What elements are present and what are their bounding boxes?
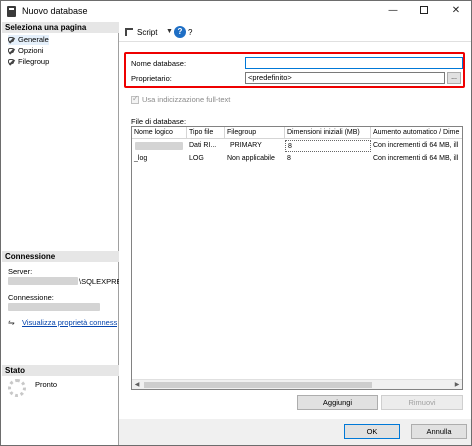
table-row[interactable]: _log LOG Non applicabile 8 Con increment… <box>132 153 462 165</box>
column-header-autogrowth[interactable]: Aumento automatico / Dime <box>371 127 462 139</box>
fulltext-label: Usa indicizzazione full-text <box>142 95 231 104</box>
script-dropdown-arrow-icon[interactable]: ▼ <box>166 28 173 35</box>
db-name-label: Nome database: <box>131 59 187 68</box>
select-page-header: Seleziona una pagina <box>2 22 119 33</box>
page-label: Filegroup <box>18 57 50 66</box>
view-connection-properties-link[interactable]: Visualizza proprietà connessione <box>22 318 117 327</box>
maximize-button[interactable] <box>409 1 439 22</box>
toolbar: Script ▼ ? ? <box>119 22 471 42</box>
connection-header: Connessione <box>2 251 119 262</box>
column-header-file-type[interactable]: Tipo file <box>187 127 225 139</box>
help-button[interactable]: ? <box>188 28 192 37</box>
cell-autogrowth[interactable]: Con incrementi di 64 MB, ill <box>371 153 462 165</box>
wrench-icon <box>8 36 15 44</box>
page-item-opzioni[interactable]: Opzioni <box>8 46 43 56</box>
window-title: Nuovo database <box>22 6 88 16</box>
status-header: Stato <box>2 365 119 376</box>
remove-button[interactable]: Rimuovi <box>381 395 463 410</box>
wrench-icon <box>8 47 15 55</box>
owner-label: Proprietario: <box>131 74 172 83</box>
dialog-footer: OK Annulla <box>119 419 471 445</box>
server-value: \SQLEXPRE <box>79 277 122 286</box>
help-icon[interactable]: ? <box>174 26 186 38</box>
owner-input[interactable]: <predefinito> <box>245 72 445 84</box>
fulltext-checkbox-row[interactable]: Usa indicizzazione full-text <box>131 94 231 105</box>
horizontal-scrollbar[interactable]: ◀ ▶ <box>132 379 462 389</box>
wrench-icon <box>8 58 15 66</box>
scroll-right-icon[interactable]: ▶ <box>452 380 462 389</box>
cell-filegroup[interactable]: Non applicabile <box>225 153 285 165</box>
database-files-grid[interactable]: Nome logico Tipo file Filegroup Dimensio… <box>131 126 463 390</box>
ok-button[interactable]: OK <box>344 424 400 439</box>
connection-label: Connessione: <box>8 293 54 302</box>
cell-autogrowth[interactable]: Con incrementi di 64 MB, ill <box>371 140 462 152</box>
cell-logical-name[interactable]: _log <box>132 153 187 165</box>
connection-redacted <box>8 303 100 311</box>
cell-file-type[interactable]: Dati RI... <box>187 140 225 152</box>
script-icon[interactable] <box>125 28 133 36</box>
scroll-left-icon[interactable]: ◀ <box>132 380 142 389</box>
maximize-icon <box>420 6 428 14</box>
server-label: Server: <box>8 267 33 276</box>
connection-properties-icon: ⇋ <box>8 318 15 327</box>
left-pane: Seleziona una pagina Generale Opzioni Fi… <box>2 22 122 445</box>
minimize-button[interactable]: — <box>378 1 408 22</box>
column-header-filegroup[interactable]: Filegroup <box>225 127 285 139</box>
database-files-label: File di database: <box>131 117 187 126</box>
fulltext-checkbox[interactable] <box>131 94 139 105</box>
progress-spinner-icon <box>8 379 26 397</box>
database-icon <box>7 6 16 17</box>
owner-browse-button[interactable]: ... <box>447 72 461 84</box>
page-item-generale[interactable]: Generale <box>8 35 49 45</box>
add-button[interactable]: Aggiungi <box>297 395 378 410</box>
page-item-filegroup[interactable]: Filegroup <box>8 57 49 67</box>
scrollbar-thumb[interactable] <box>144 382 372 388</box>
column-header-initial-size[interactable]: Dimensioni iniziali (MB) <box>285 127 371 139</box>
cancel-button[interactable]: Annulla <box>411 424 467 439</box>
script-button[interactable]: Script <box>137 28 157 37</box>
close-button[interactable]: ✕ <box>441 1 471 22</box>
page-label: Generale <box>18 35 49 44</box>
page-label: Opzioni <box>18 46 44 55</box>
cell-initial-size[interactable]: 8 <box>285 140 371 152</box>
cell-filegroup[interactable]: PRIMARY <box>225 140 285 152</box>
new-database-dialog: Nuovo database — ✕ Seleziona una pagina … <box>0 0 472 446</box>
status-text: Pronto <box>35 380 58 389</box>
column-header-logical-name[interactable]: Nome logico <box>132 127 187 139</box>
server-name-redacted <box>8 277 78 285</box>
grid-header: Nome logico Tipo file Filegroup Dimensio… <box>132 127 462 139</box>
title-bar: Nuovo database — ✕ <box>1 1 471 22</box>
main-pane: Script ▼ ? ? Nome database: Proprietario… <box>119 22 471 445</box>
cell-file-type[interactable]: LOG <box>187 153 225 165</box>
cell-initial-size[interactable]: 8 <box>285 153 371 165</box>
logical-name-redacted <box>135 142 183 150</box>
table-row[interactable]: Dati RI... PRIMARY 8 Con incrementi di 6… <box>132 140 462 152</box>
db-name-input[interactable] <box>245 57 463 69</box>
